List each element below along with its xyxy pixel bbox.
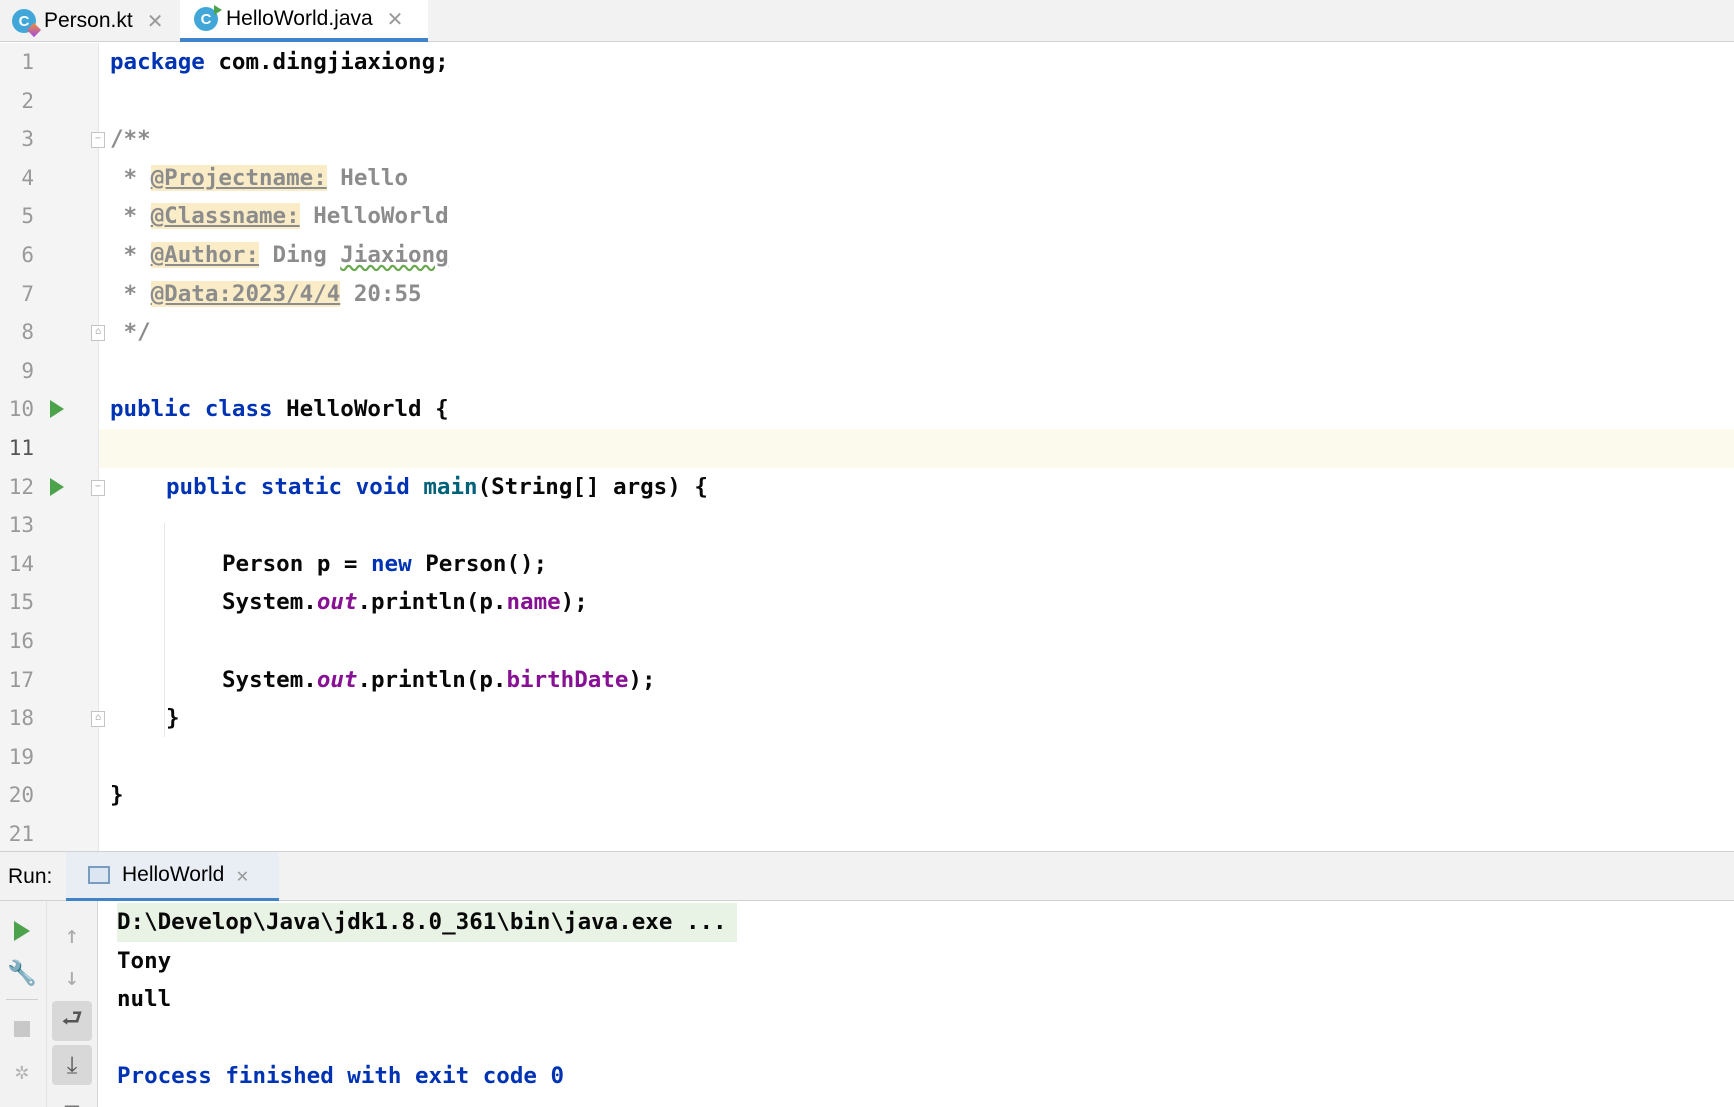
- line-number: 19: [8, 744, 34, 769]
- soft-wrap-icon[interactable]: ⮐: [52, 1001, 92, 1041]
- console-icon: [88, 866, 110, 884]
- line-number: 5: [21, 204, 34, 229]
- code-text: * @Classname: HelloWorld: [110, 203, 449, 230]
- close-icon[interactable]: ✕: [236, 863, 248, 887]
- fold-collapse-icon[interactable]: −: [91, 132, 105, 149]
- line-number: 2: [21, 88, 34, 113]
- rerun-icon[interactable]: [2, 911, 42, 951]
- code-line: 11: [0, 429, 1734, 468]
- line-number: 15: [8, 590, 34, 615]
- console-toolbar: ↑ ↓ ⮐ ⤓ ▬: [46, 901, 98, 1107]
- code-editor[interactable]: 1 package com.dingjiaxiong; 2 3 − /** 4 …: [0, 43, 1734, 851]
- code-line: 8 ⌂ */: [0, 313, 1734, 352]
- fold-collapse-icon[interactable]: −: [91, 479, 105, 496]
- code-line: 4 * @Projectname: Hello: [0, 159, 1734, 198]
- run-label: Run:: [8, 865, 53, 888]
- code-line: 3 − /**: [0, 120, 1734, 159]
- code-line: 15 System.out.println(p.name);: [0, 583, 1734, 622]
- debug-bug-icon[interactable]: ✲: [2, 1051, 42, 1091]
- console-exit-message: Process finished with exit code 0: [117, 1063, 565, 1090]
- code-line: 2: [0, 82, 1734, 121]
- editor-tab-bar: C Person.kt ✕ C HelloWorld.java ✕: [0, 0, 1734, 42]
- code-line: 12 − public static void main(String[] ar…: [0, 468, 1734, 507]
- code-line: 19: [0, 738, 1734, 777]
- code-line: 10 public class HelloWorld {: [0, 390, 1734, 429]
- tab-helloworld-java[interactable]: C HelloWorld.java ✕: [180, 0, 428, 42]
- code-text: public class HelloWorld {: [110, 396, 449, 423]
- fold-end-icon[interactable]: ⌂: [91, 325, 105, 342]
- tab-person-kt[interactable]: C Person.kt ✕: [12, 0, 180, 42]
- line-number: 9: [21, 358, 34, 383]
- code-line: 16: [0, 622, 1734, 661]
- code-line: 17 System.out.println(p.birthDate);: [0, 661, 1734, 700]
- line-number: 11: [8, 436, 34, 460]
- run-class-icon[interactable]: [50, 400, 64, 419]
- line-number: 8: [21, 320, 34, 345]
- console-command-line: D:\Develop\Java\jdk1.8.0_361\bin\java.ex…: [117, 903, 737, 942]
- run-tab-label: HelloWorld: [122, 863, 225, 886]
- close-icon[interactable]: ✕: [387, 7, 404, 32]
- code-text: package com.dingjiaxiong;: [110, 49, 449, 75]
- current-line-highlight: [99, 429, 1734, 468]
- code-line: 9: [0, 352, 1734, 391]
- java-class-icon: C: [194, 5, 222, 31]
- line-number: 10: [8, 397, 34, 422]
- code-line: 18 ⌂ }: [0, 699, 1734, 738]
- code-line: 7 * @Data:2023/4/4 20:55: [0, 275, 1734, 314]
- run-tab-helloworld[interactable]: HelloWorld ✕: [66, 852, 279, 902]
- code-text: * @Author: Ding Jiaxiong: [110, 242, 449, 268]
- line-number: 17: [8, 667, 34, 692]
- code-text: System.out.println(p.birthDate);: [222, 666, 656, 693]
- code-text: }: [166, 705, 180, 732]
- tab-label: HelloWorld.java: [226, 7, 373, 30]
- line-number: 6: [21, 243, 34, 267]
- arrow-up-icon[interactable]: ↑: [52, 915, 92, 955]
- line-number: 13: [8, 513, 34, 538]
- line-number: 12: [8, 474, 34, 499]
- close-icon[interactable]: ✕: [147, 9, 164, 34]
- run-method-icon[interactable]: [50, 477, 64, 496]
- code-line: 20 }: [0, 776, 1734, 815]
- code-text: System.out.println(p.name);: [222, 589, 588, 616]
- code-text: }: [110, 782, 124, 809]
- line-number: 21: [8, 822, 34, 846]
- console-output-line: null: [117, 986, 172, 1013]
- wrench-icon[interactable]: 🔧: [2, 953, 42, 993]
- line-number: 18: [8, 706, 34, 731]
- stop-icon[interactable]: [2, 1009, 42, 1049]
- tab-label: Person.kt: [44, 9, 133, 32]
- code-text: Person p = new Person();: [222, 550, 548, 577]
- line-number: 16: [8, 629, 34, 653]
- code-line: 13: [0, 506, 1734, 545]
- line-number: 1: [21, 50, 34, 74]
- code-line: 5 * @Classname: HelloWorld: [0, 197, 1734, 236]
- scroll-to-end-icon[interactable]: ⤓: [52, 1045, 92, 1085]
- code-line: 21: [0, 815, 1734, 854]
- run-console[interactable]: 🔧 ✲ ↑ ↓ ⮐ ⤓ ▬ D:\Develop\Java\jdk1.8.0_3…: [0, 901, 1734, 1107]
- code-line: 1 package com.dingjiaxiong;: [0, 43, 1734, 82]
- line-number: 20: [8, 783, 34, 808]
- arrow-down-icon[interactable]: ↓: [52, 957, 92, 997]
- code-text: public static void main(String[] args) {: [166, 473, 708, 500]
- line-number: 14: [8, 551, 34, 576]
- code-text: * @Projectname: Hello: [110, 164, 409, 191]
- print-icon[interactable]: ▬: [52, 1087, 92, 1107]
- code-text: /**: [110, 126, 151, 153]
- line-number: 4: [21, 165, 34, 190]
- run-toolbar: 🔧 ✲: [0, 901, 46, 1107]
- kotlin-class-icon: C: [12, 9, 42, 38]
- fold-end-icon[interactable]: ⌂: [91, 711, 105, 728]
- toolbar-divider: [6, 999, 38, 1000]
- line-number: 3: [21, 127, 34, 152]
- run-panel-header: Run: HelloWorld ✕: [0, 851, 1734, 902]
- code-text: * @Data:2023/4/4 20:55: [110, 280, 422, 307]
- code-text: */: [110, 319, 151, 346]
- code-line: 14 Person p = new Person();: [0, 545, 1734, 584]
- console-output-line: Tony: [117, 947, 172, 974]
- code-line: 6 * @Author: Ding Jiaxiong: [0, 236, 1734, 275]
- line-number: 7: [21, 281, 34, 306]
